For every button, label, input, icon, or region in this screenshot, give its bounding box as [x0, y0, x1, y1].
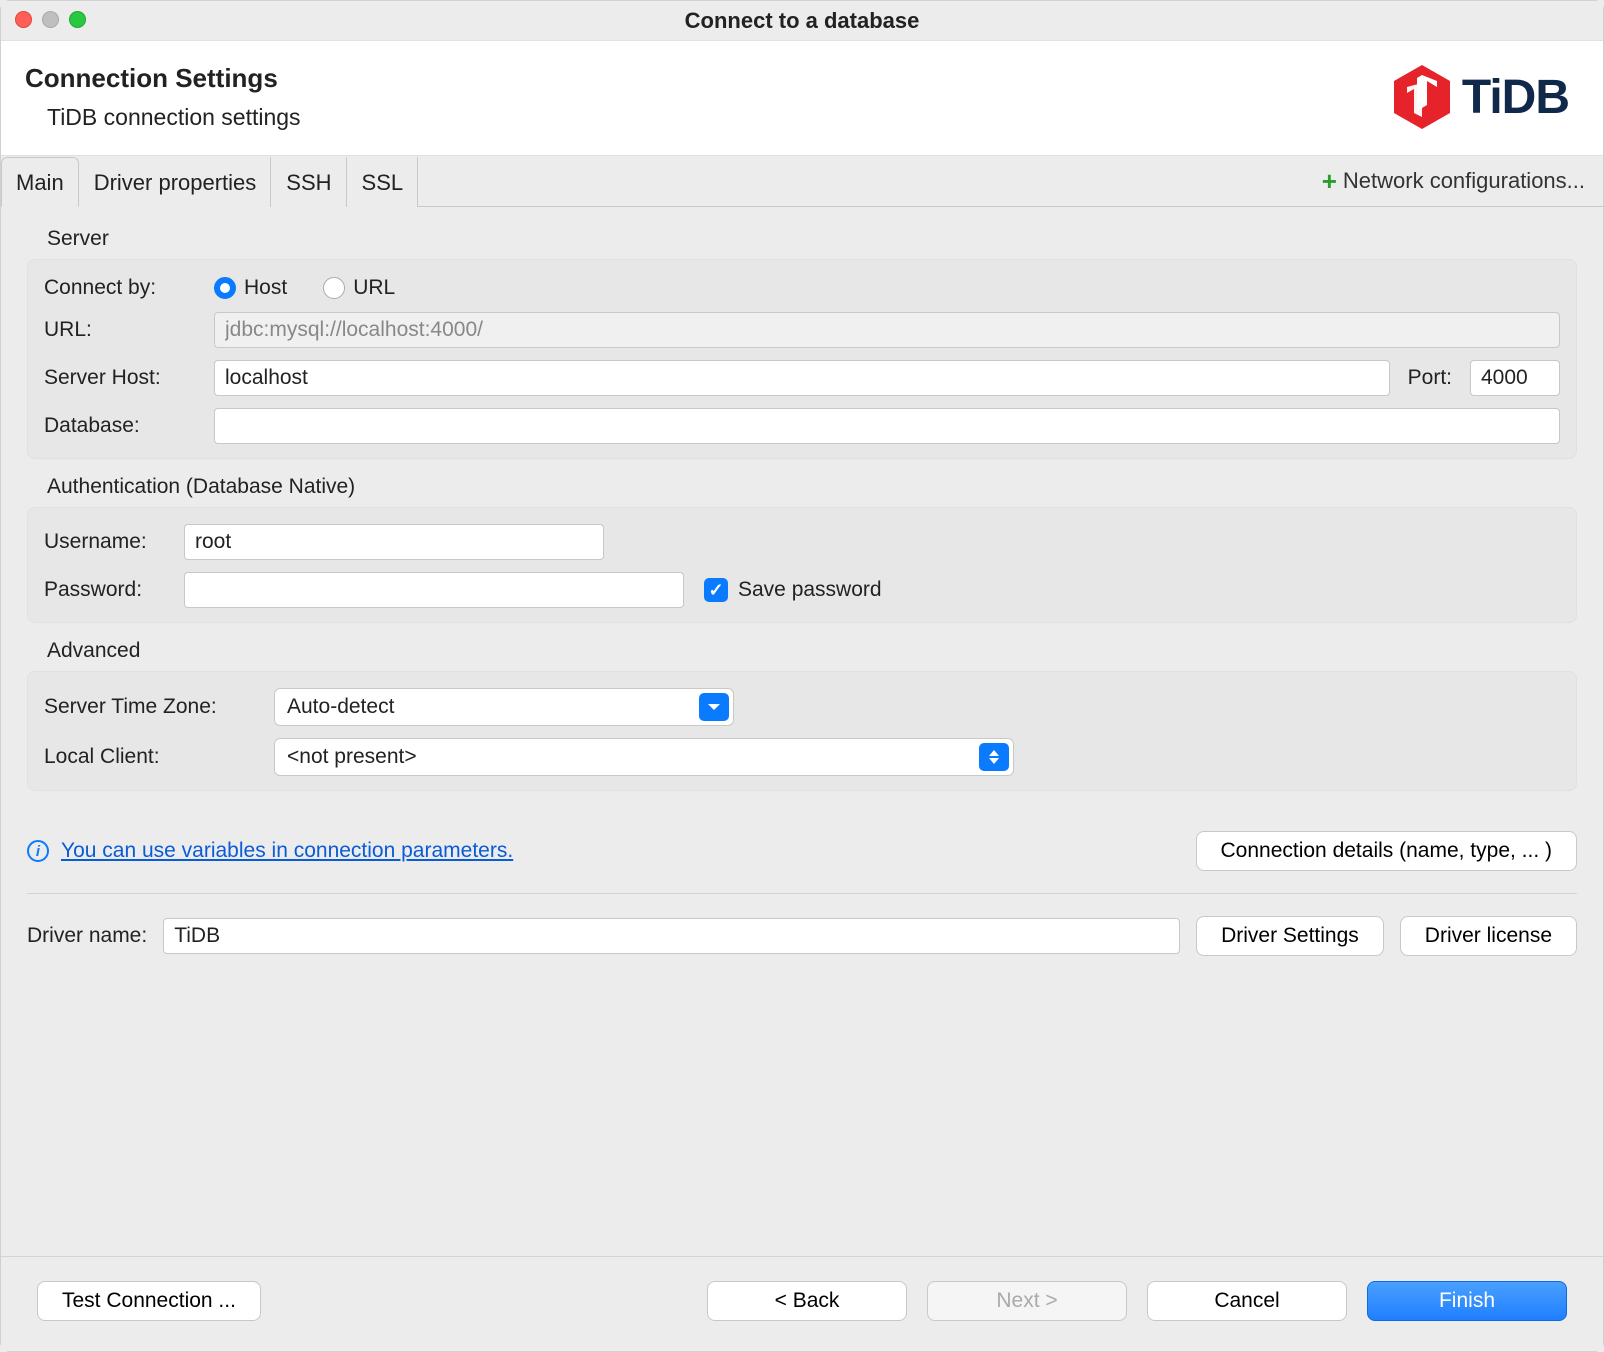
finish-button[interactable]: Finish	[1367, 1281, 1567, 1321]
database-label: Database:	[44, 414, 204, 438]
window-title: Connect to a database	[685, 8, 920, 34]
url-field	[214, 312, 1560, 348]
server-host-label: Server Host:	[44, 366, 204, 390]
radio-host-label: Host	[244, 276, 287, 300]
connect-by-host-radio[interactable]: Host	[214, 276, 287, 300]
port-field[interactable]	[1470, 360, 1560, 396]
timezone-select[interactable]: Auto-detect	[274, 688, 734, 726]
checkbox-icon: ✓	[704, 578, 728, 602]
close-window-button[interactable]	[15, 11, 32, 28]
driver-settings-button[interactable]: Driver Settings	[1196, 916, 1384, 956]
footer-right: < Back Next > Cancel Finish	[707, 1281, 1567, 1321]
titlebar: Connect to a database	[1, 1, 1603, 41]
network-configurations-label: Network configurations...	[1343, 168, 1585, 194]
driver-row: Driver name: Driver Settings Driver lice…	[27, 916, 1577, 956]
cancel-button[interactable]: Cancel	[1147, 1281, 1347, 1321]
hint-row: i You can use variables in connection pa…	[27, 831, 1577, 871]
password-label: Password:	[44, 578, 174, 602]
chevron-down-icon	[699, 693, 729, 721]
server-section-label: Server	[47, 227, 1577, 251]
driver-name-field[interactable]	[163, 918, 1180, 954]
info-icon: i	[27, 840, 49, 862]
connect-by-label: Connect by:	[44, 276, 204, 300]
advanced-section-label: Advanced	[47, 639, 1577, 663]
tidb-hexagon-icon	[1392, 63, 1452, 131]
tab-ssh[interactable]: SSH	[271, 157, 346, 207]
tab-driver-properties[interactable]: Driver properties	[79, 157, 272, 207]
username-label: Username:	[44, 530, 174, 554]
header: Connection Settings TiDB connection sett…	[1, 41, 1603, 156]
content: Server Connect by: Host URL URL: Server …	[1, 207, 1603, 1256]
tab-main[interactable]: Main	[1, 157, 79, 207]
back-button[interactable]: < Back	[707, 1281, 907, 1321]
minimize-window-button[interactable]	[42, 11, 59, 28]
username-field[interactable]	[184, 524, 604, 560]
network-configurations-button[interactable]: + Network configurations...	[1322, 166, 1585, 197]
save-password-checkbox[interactable]: ✓ Save password	[704, 578, 882, 602]
auth-panel: Username: Password: ✓ Save password	[27, 507, 1577, 623]
next-button: Next >	[927, 1281, 1127, 1321]
page-subtitle: TiDB connection settings	[47, 104, 301, 131]
tabs: Main Driver properties SSH SSL	[1, 156, 418, 206]
tab-ssl[interactable]: SSL	[347, 157, 419, 207]
timezone-label: Server Time Zone:	[44, 695, 264, 719]
connect-by-url-radio[interactable]: URL	[323, 276, 395, 300]
database-field[interactable]	[214, 408, 1560, 444]
brand-logo: TiDB	[1392, 63, 1569, 131]
updown-icon	[979, 743, 1009, 771]
advanced-panel: Server Time Zone: Auto-detect Local Clie…	[27, 671, 1577, 791]
page-title: Connection Settings	[25, 63, 301, 94]
url-label: URL:	[44, 318, 204, 342]
port-label: Port:	[1408, 366, 1452, 390]
test-connection-button[interactable]: Test Connection ...	[37, 1281, 261, 1321]
local-client-label: Local Client:	[44, 745, 264, 769]
footer: Test Connection ... < Back Next > Cancel…	[1, 1256, 1603, 1351]
driver-name-label: Driver name:	[27, 924, 147, 948]
radio-icon	[214, 277, 236, 299]
auth-section-label: Authentication (Database Native)	[47, 475, 1577, 499]
local-client-value: <not present>	[287, 745, 417, 769]
divider	[27, 893, 1577, 894]
maximize-window-button[interactable]	[69, 11, 86, 28]
header-text: Connection Settings TiDB connection sett…	[25, 63, 301, 131]
plus-icon: +	[1322, 166, 1337, 197]
driver-license-button[interactable]: Driver license	[1400, 916, 1577, 956]
window-controls	[15, 11, 86, 28]
password-field[interactable]	[184, 572, 684, 608]
connection-details-button[interactable]: Connection details (name, type, ... )	[1196, 831, 1578, 871]
variables-hint-link[interactable]: You can use variables in connection para…	[61, 839, 513, 863]
timezone-value: Auto-detect	[287, 695, 394, 719]
radio-url-label: URL	[353, 276, 395, 300]
server-host-field[interactable]	[214, 360, 1390, 396]
local-client-select[interactable]: <not present>	[274, 738, 1014, 776]
hint-left: i You can use variables in connection pa…	[27, 839, 513, 863]
brand-name: TiDB	[1462, 70, 1569, 125]
server-panel: Connect by: Host URL URL: Server Host: P…	[27, 259, 1577, 459]
save-password-label: Save password	[738, 578, 882, 602]
tab-row: Main Driver properties SSH SSL + Network…	[1, 156, 1603, 207]
radio-icon	[323, 277, 345, 299]
